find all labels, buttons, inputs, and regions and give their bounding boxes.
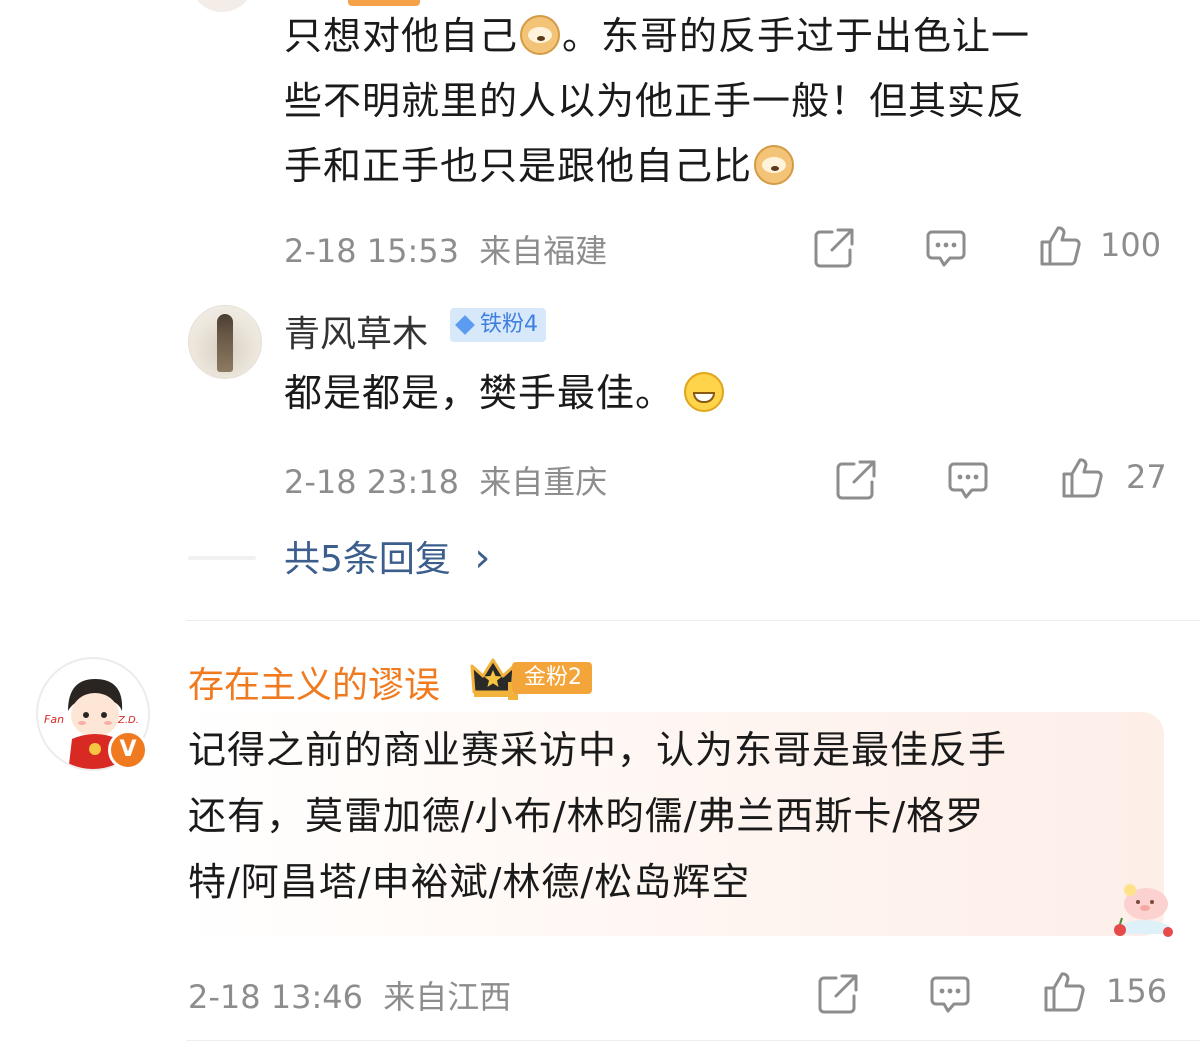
comment-icon[interactable]: [928, 972, 972, 1016]
like-count: 27: [1126, 458, 1167, 496]
verified-badge-icon: V: [108, 730, 148, 770]
comment-text-segment: 只想对他自己: [284, 14, 519, 58]
fan-badge-label: 铁粉4: [480, 312, 538, 337]
avatar-text-left: Fan: [44, 713, 65, 726]
comment-text-line-1: 记得之前的商业赛采访中，认为东哥是最佳反手: [188, 728, 1008, 772]
reply-meta: 2-18 23:18 来自重庆: [284, 457, 607, 503]
comment-text-line-1: 只想对他自己 。东哥的反手过于出色让一: [284, 5, 1030, 68]
commenter-username[interactable]: 存在主义的谬误: [188, 656, 440, 708]
avatar-text-right: Z.D.: [118, 715, 139, 726]
chevron-right-icon: ›: [474, 535, 491, 581]
bubble-decoration-icon: [1114, 884, 1173, 937]
view-all-replies-link[interactable]: 共5条回复 ›: [284, 530, 490, 582]
comment-divider: [186, 620, 1200, 621]
fan-badge-gold[interactable]: I 金粉2: [470, 656, 598, 700]
grin-emoji-icon: [684, 372, 725, 412]
share-icon[interactable]: [812, 226, 856, 270]
doge-emoji-icon: [520, 15, 561, 55]
like-icon[interactable]: [1038, 224, 1082, 268]
reply-location: 来自重庆: [479, 463, 608, 501]
diamond-icon: [455, 315, 475, 335]
thread-bar: [188, 556, 256, 560]
comment-icon[interactable]: [924, 226, 968, 270]
share-icon[interactable]: [816, 972, 860, 1016]
like-count: 100: [1100, 226, 1162, 264]
comment-divider: [186, 1040, 1200, 1041]
share-icon[interactable]: [834, 458, 878, 502]
reply-text-content: 都是都是，樊手最佳。: [284, 371, 675, 415]
comment-text-line-3: 特/阿昌塔/申裕斌/林德/松岛辉空: [188, 860, 751, 904]
comment-meta: 2-18 15:53 来自福建: [284, 226, 607, 272]
previous-commenter-avatar[interactable]: [190, 0, 254, 12]
comment-location: 来自江西: [383, 978, 512, 1016]
like-count: 156: [1106, 972, 1168, 1010]
reply-username[interactable]: 青风草木: [284, 305, 428, 357]
reply-text: 都是都是，樊手最佳。: [284, 362, 726, 425]
comment-icon[interactable]: [946, 458, 990, 502]
comment-location: 来自福建: [479, 232, 608, 270]
comment-text-segment: 手和正手也只是跟他自己比: [284, 144, 753, 188]
reply-avatar[interactable]: [188, 305, 262, 379]
comment-date: 2-18 13:46: [188, 978, 364, 1016]
doge-emoji-icon: [754, 145, 795, 185]
avatar-figure: [217, 314, 233, 372]
comment-date: 2-18 15:53: [284, 232, 460, 270]
like-icon[interactable]: [1060, 456, 1104, 500]
comment-text-segment: 。东哥的反手过于出色让一: [562, 14, 1031, 58]
comment-text-line-2: 还有，莫雷加德/小布/林昀儒/弗兰西斯卡/格罗: [188, 794, 985, 838]
like-icon[interactable]: [1042, 970, 1086, 1014]
reply-date: 2-18 23:18: [284, 463, 460, 501]
view-all-replies-label: 共5条回复: [284, 539, 451, 580]
comment-meta: 2-18 13:46 来自江西: [188, 972, 511, 1018]
fan-badge-label: 金粉2: [512, 662, 592, 694]
fan-badge-iron[interactable]: 铁粉4: [450, 308, 546, 342]
comment-text-line-3: 手和正手也只是跟他自己比: [284, 135, 796, 198]
comment-text-line-2: 些不明就里的人以为他正手一般！但其实反: [284, 79, 1026, 123]
